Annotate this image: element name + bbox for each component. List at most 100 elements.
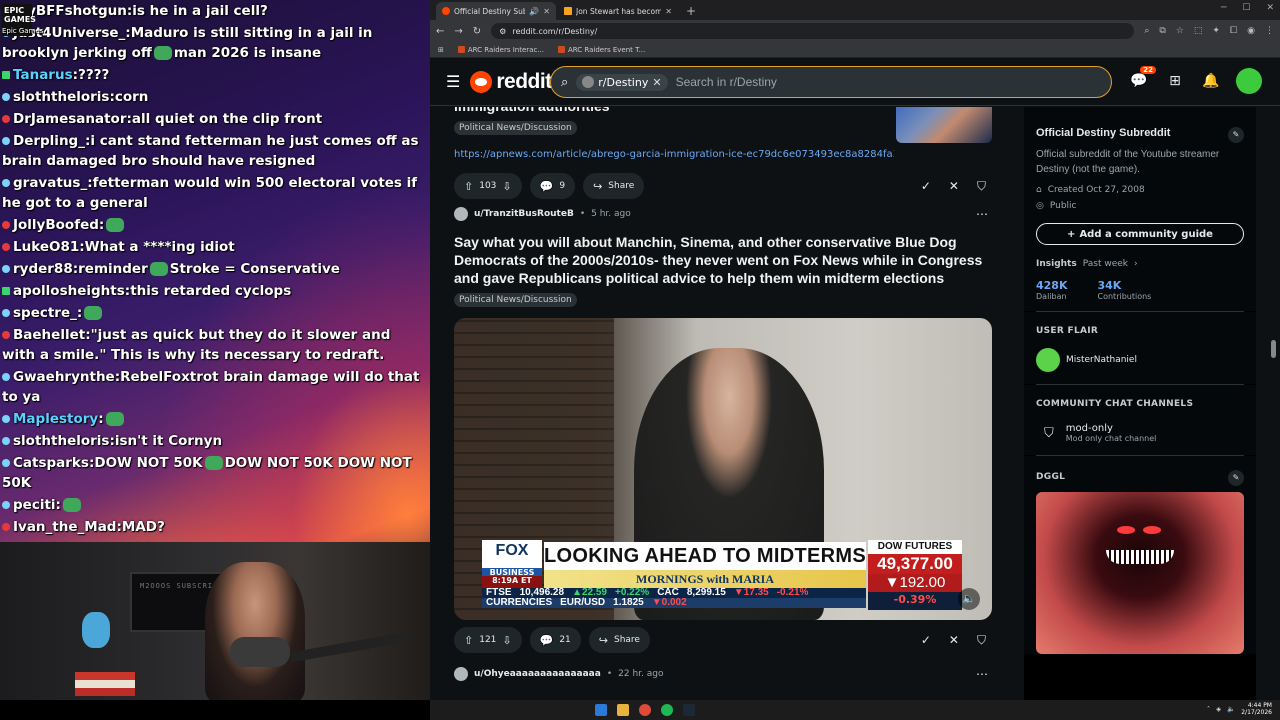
remove-icon[interactable]: ✕ — [949, 179, 959, 194]
install-icon[interactable]: ⧉ — [1159, 26, 1165, 36]
star-icon[interactable]: ☆ — [1176, 26, 1184, 36]
post-author[interactable]: u/Ohyeaaaaaaaaaaaaaaa — [474, 669, 601, 679]
back-icon[interactable]: ← — [436, 26, 444, 37]
more-options-icon[interactable]: ⋯ — [976, 207, 988, 221]
tray-chevron-icon[interactable]: ˄ — [1207, 705, 1210, 713]
search-scope-chip[interactable]: r/Destiny ✕ — [576, 73, 668, 91]
close-tab-icon[interactable]: ✕ — [543, 7, 550, 16]
share-button[interactable]: ↪ Share — [588, 627, 650, 653]
upvote-icon[interactable]: ⇧ — [464, 180, 473, 193]
chat-username[interactable]: Baehellet — [13, 327, 85, 343]
chat-username[interactable]: sloththeloris — [13, 89, 109, 105]
url-field[interactable]: ⚙ reddit.com/r/Destiny/ — [491, 23, 1135, 39]
post-thumbnail[interactable] — [896, 107, 992, 143]
post-flair[interactable]: Political News/Discussion — [454, 293, 577, 307]
bookmark-arc-raiders-interactive[interactable]: ARC Raiders Interac... — [457, 46, 544, 54]
file-explorer-icon[interactable] — [617, 704, 629, 716]
chat-username[interactable]: Gwaehrynthe — [13, 369, 115, 385]
post-card[interactable]: u/TranzitBusRouteB • 5 hr. ago ⋯ Say wha… — [454, 207, 994, 307]
new-tab-button[interactable]: + — [680, 4, 702, 20]
extension-icon[interactable]: ⬚ — [1194, 26, 1203, 36]
search-bar[interactable]: ⌕ r/Destiny ✕ — [550, 66, 1112, 98]
chat-username[interactable]: spectre_ — [13, 305, 77, 321]
edit-pencil-icon[interactable]: ✎ — [1228, 470, 1244, 486]
downvote-icon[interactable]: ⇩ — [502, 180, 511, 193]
shield-icon[interactable]: ⛉ — [977, 179, 986, 194]
approve-icon[interactable]: ✓ — [921, 179, 931, 194]
reddit-logo[interactable]: reddit — [470, 70, 552, 94]
shield-icon[interactable]: ⛉ — [977, 633, 986, 648]
author-avatar[interactable] — [454, 207, 468, 221]
chat-username[interactable]: gravatus_ — [13, 175, 87, 191]
maximize-icon[interactable]: ☐ — [1242, 3, 1250, 13]
audio-icon[interactable]: 🔊 — [529, 7, 539, 16]
site-info-icon[interactable]: ⚙ — [499, 27, 506, 36]
author-avatar[interactable] — [454, 667, 468, 681]
post-flair[interactable]: Political News/Discussion — [454, 121, 577, 135]
chevron-right-icon[interactable]: › — [1134, 259, 1138, 269]
create-post-button[interactable]: ⊞ — [1164, 70, 1186, 92]
start-icon[interactable] — [595, 704, 607, 716]
post-card[interactable]: u/Ohyeaaaaaaaaaaaaaaa • 22 hr. ago ⋯ — [454, 667, 994, 681]
chat-username[interactable]: sloththeloris — [13, 433, 109, 449]
post-author[interactable]: u/TranzitBusRouteB — [474, 209, 574, 219]
close-tab-icon[interactable]: ✕ — [665, 7, 672, 16]
more-options-icon[interactable]: ⋯ — [976, 667, 988, 681]
extension-icon[interactable]: ✦ — [1212, 26, 1220, 36]
user-flair-row[interactable]: MisterNathaniel — [1036, 348, 1244, 372]
chat-username[interactable]: Catsparks — [13, 455, 89, 471]
post-video[interactable]: FOX BUSINESS 8:19A ET LOOKING AHEAD TO M… — [454, 318, 992, 620]
notifications-button[interactable]: 🔔 — [1200, 70, 1222, 92]
profile-icon[interactable]: ◉ — [1247, 26, 1255, 36]
forward-icon[interactable]: → — [454, 26, 462, 37]
dggl-image[interactable] — [1036, 492, 1244, 654]
post-title[interactable]: Say what you will about Manchin, Sinema,… — [454, 233, 994, 287]
chrome-icon[interactable] — [639, 704, 651, 716]
chat-username[interactable]: yusuf — [13, 541, 55, 542]
bookmark-arc-raiders-event[interactable]: ARC Raiders Event T... — [557, 46, 645, 54]
chat-username[interactable]: Derpling_ — [13, 133, 85, 149]
chat-username[interactable]: peciti — [13, 497, 56, 513]
chat-username[interactable]: Tanarus — [13, 67, 73, 83]
add-community-guide-button[interactable]: + Add a community guide — [1036, 223, 1244, 245]
chat-username[interactable]: JollyBoofed — [13, 217, 99, 233]
remove-icon[interactable]: ✕ — [949, 633, 959, 648]
minimize-icon[interactable]: ─ — [1221, 3, 1226, 13]
user-avatar[interactable] — [1236, 68, 1262, 94]
clock[interactable]: 4:44 PM 2/17/2026 — [1241, 702, 1272, 716]
search-input[interactable] — [675, 75, 1101, 89]
chat-username[interactable]: Ivan_the_Mad — [13, 519, 116, 535]
spotify-icon[interactable] — [661, 704, 673, 716]
chat-username[interactable]: ryder88 — [13, 261, 73, 277]
volume-icon[interactable]: 🔈 — [958, 588, 980, 610]
remove-scope-icon[interactable]: ✕ — [652, 76, 661, 89]
apps-icon[interactable]: ⊞ — [438, 46, 444, 54]
reload-icon[interactable]: ↻ — [473, 26, 481, 37]
post-link[interactable]: https://apnews.com/article/abrego-garcia… — [454, 149, 894, 160]
tab-destiny-subreddit[interactable]: Official Destiny Subreddit 🔊 ✕ — [436, 2, 556, 20]
chat-button[interactable]: 💬 22 — [1128, 66, 1156, 92]
chat-username[interactable]: Maplestory — [13, 411, 98, 427]
post-card[interactable]: immigration authorities Political News/D… — [454, 107, 994, 200]
close-window-icon[interactable]: ✕ — [1266, 3, 1274, 13]
downvote-icon[interactable]: ⇩ — [502, 634, 511, 647]
page-scrollbar[interactable] — [1271, 340, 1276, 358]
hamburger-menu-icon[interactable]: ☰ — [446, 72, 460, 91]
extensions-puzzle-icon[interactable]: ⧠ — [1230, 26, 1237, 36]
tab-jon-stewart[interactable]: Jon Stewart has become his ow ✕ — [558, 2, 678, 20]
network-icon[interactable]: ◈ — [1216, 705, 1221, 713]
approve-icon[interactable]: ✓ — [921, 633, 931, 648]
insights-period[interactable]: Past week — [1083, 259, 1128, 269]
chat-channel-item[interactable]: ⛉ mod-only Mod only chat channel — [1036, 423, 1244, 443]
menu-icon[interactable]: ⋮ — [1265, 26, 1274, 36]
share-button[interactable]: ↪ Share — [583, 173, 645, 199]
zoom-icon[interactable]: ⌕ — [1144, 26, 1149, 36]
chat-username[interactable]: DrJamesanator — [13, 111, 126, 127]
volume-tray-icon[interactable]: 🔈 — [1227, 705, 1235, 713]
upvote-icon[interactable]: ⇧ — [464, 634, 473, 647]
edit-pencil-icon[interactable]: ✎ — [1228, 127, 1244, 143]
chat-username[interactable]: apollosheights — [13, 283, 125, 299]
chat-username[interactable]: LukeO81 — [13, 239, 79, 255]
comments-button[interactable]: 💬 21 — [529, 627, 581, 653]
comments-button[interactable]: 💬 9 — [529, 173, 576, 199]
